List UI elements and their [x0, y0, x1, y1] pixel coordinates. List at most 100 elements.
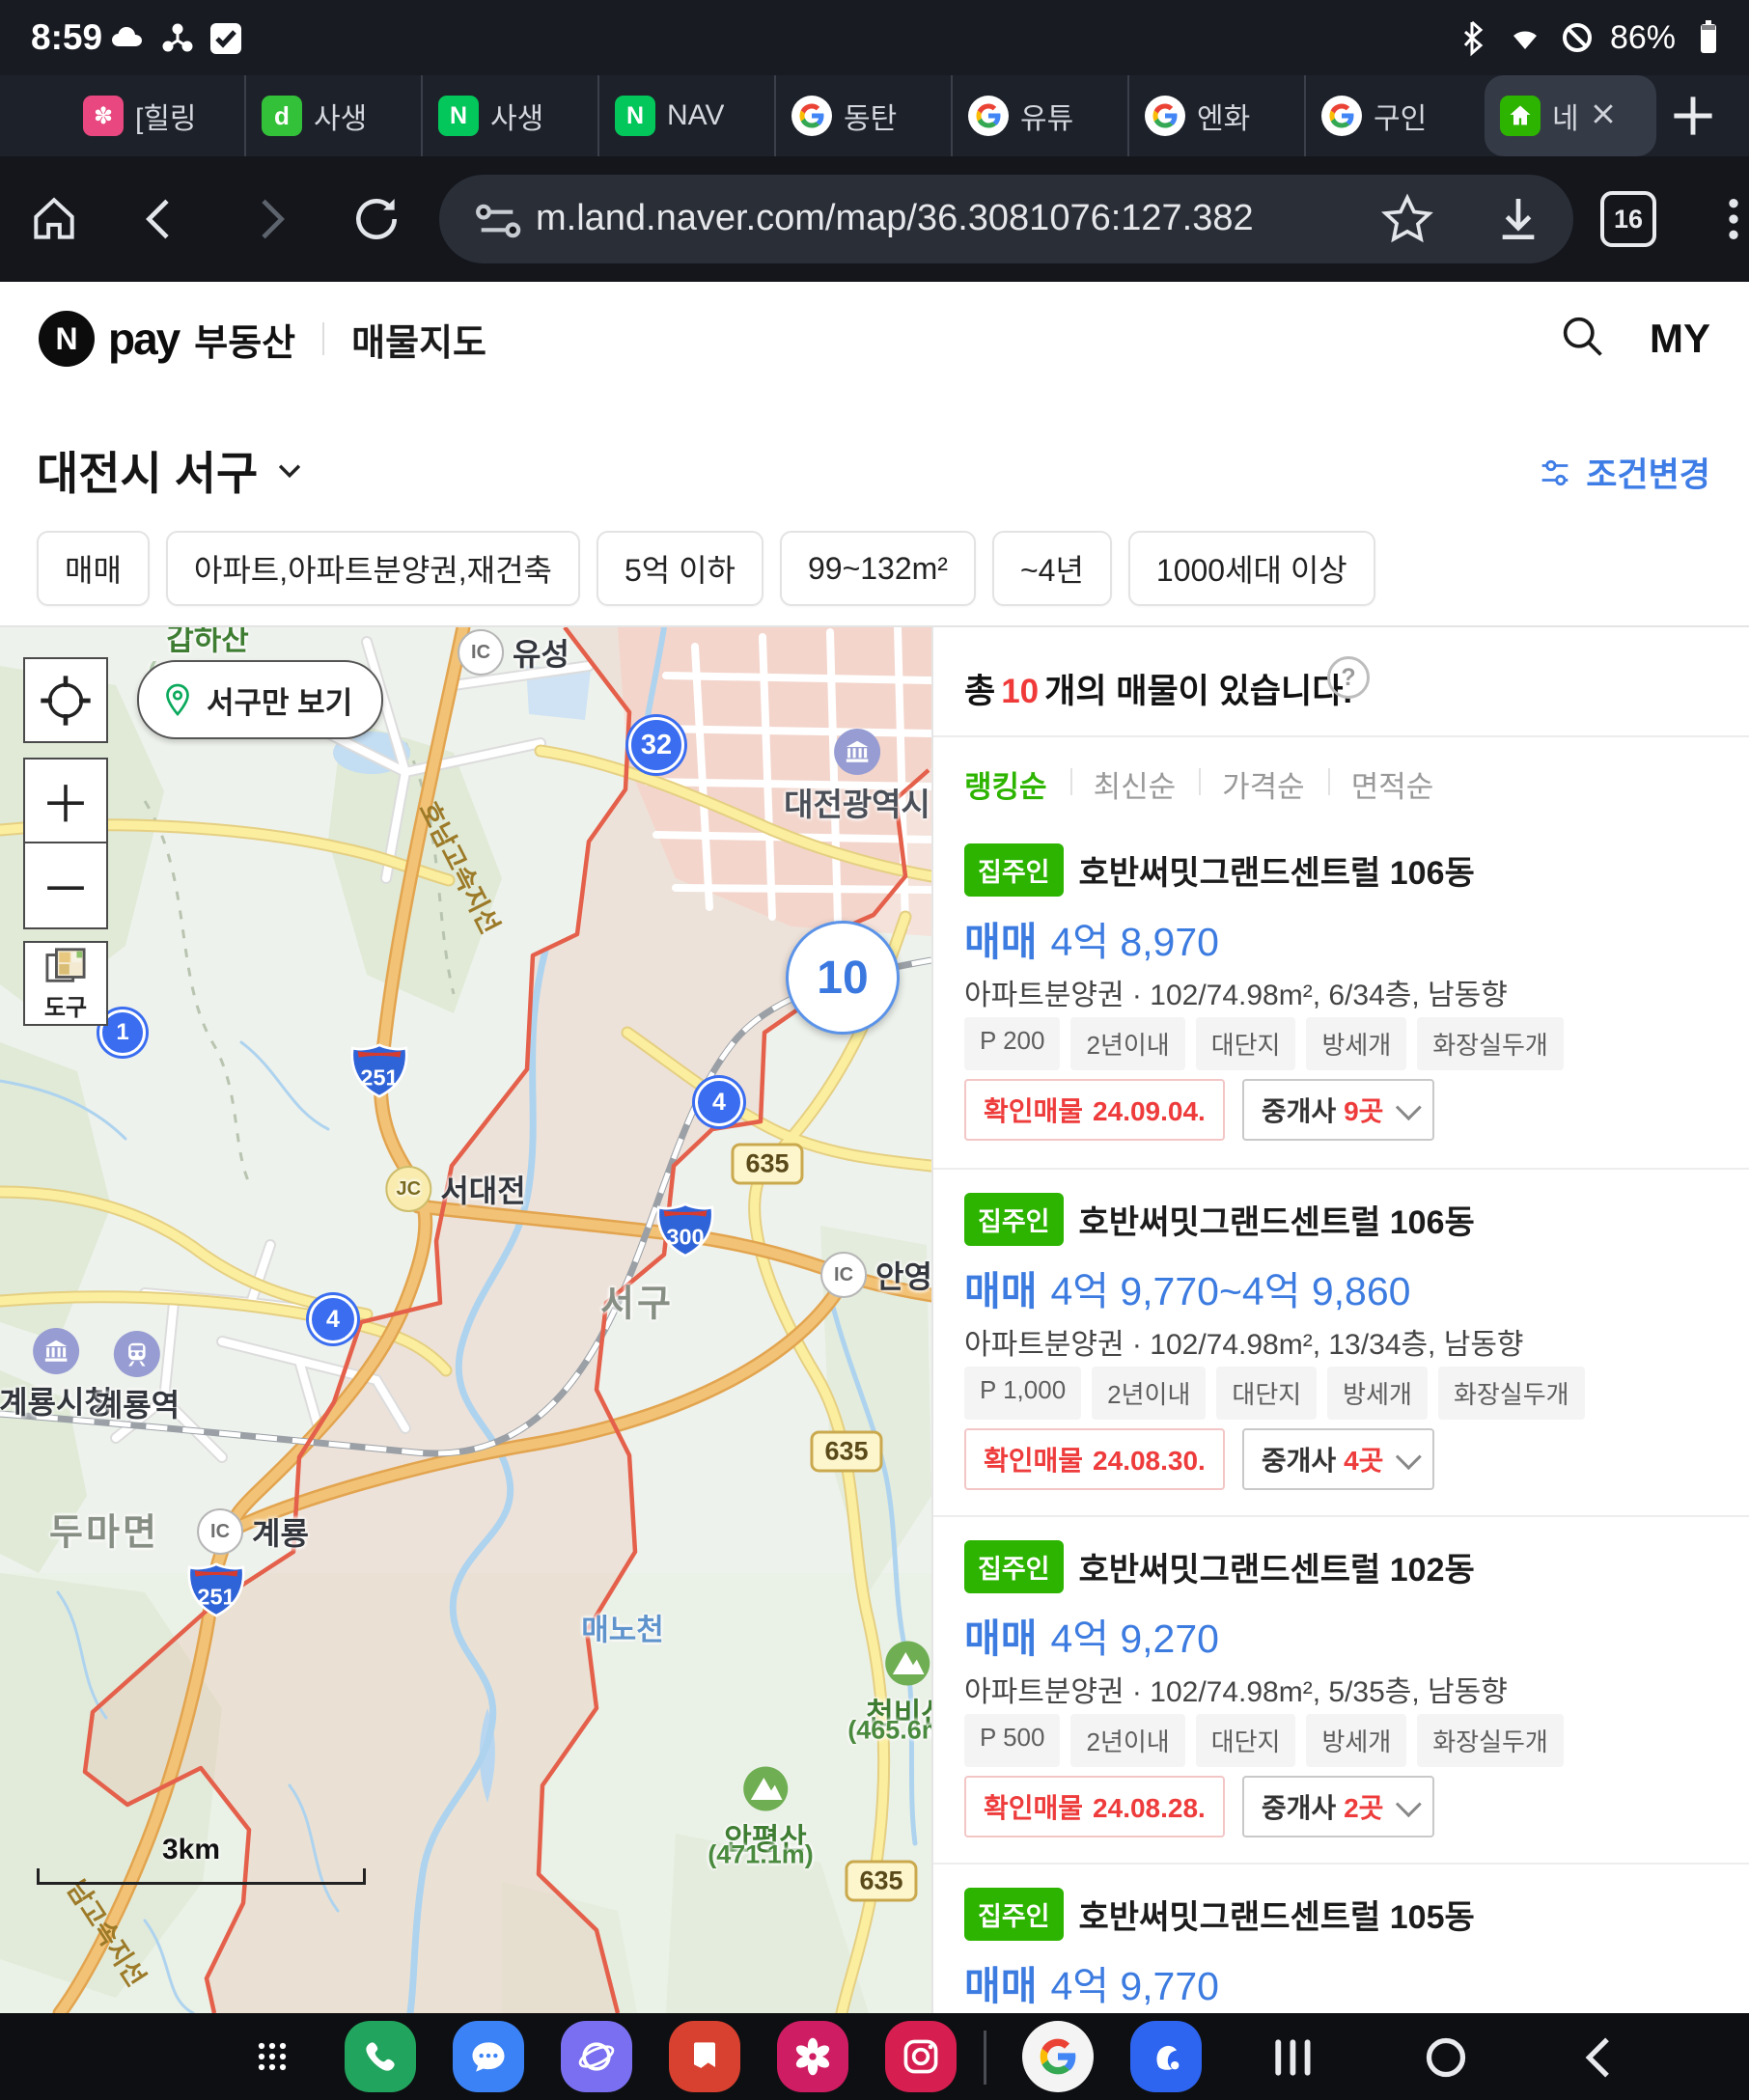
sort-option[interactable]: 최신순: [1070, 762, 1200, 806]
filter-chip[interactable]: 매매: [37, 531, 150, 606]
close-icon[interactable]: [1589, 99, 1618, 133]
google-favicon-icon: [1321, 96, 1362, 136]
chevron-down-icon: [1396, 1791, 1422, 1817]
listing-card[interactable]: 집주인호반써밋그랜드센트럴 105동매매4억 9,770: [933, 1863, 1749, 2013]
filter-sliders-icon: [1536, 454, 1574, 492]
current-location-button[interactable]: [23, 657, 108, 743]
download-icon[interactable]: [1491, 192, 1545, 246]
internet-app-icon[interactable]: [561, 2021, 632, 2092]
confirmed-listing-label: 확인매물24.08.28.: [964, 1776, 1225, 1838]
map-canvas: [0, 627, 931, 2013]
filter-chip[interactable]: 1000세대 이상: [1128, 531, 1375, 606]
browser-tab-active[interactable]: 네: [1485, 75, 1656, 156]
clock: 8:59: [31, 17, 102, 58]
tools-label: 도구: [44, 988, 87, 1022]
filter-chip[interactable]: 아파트,아파트분양권,재건축: [166, 531, 580, 606]
browser-tab[interactable]: 유튜: [951, 75, 1127, 156]
listing-price: 매매4억 9,770~4억 9,860: [964, 1258, 1410, 1316]
view-district-only-label: 서구만 보기: [207, 678, 352, 722]
zoom-out-button[interactable]: －: [25, 843, 106, 927]
nav-back-button[interactable]: [1573, 2031, 1627, 2085]
summary-text: 총10개의 매물이 있습니다.: [964, 664, 1352, 713]
sort-option[interactable]: 랭킹순: [964, 762, 1070, 806]
browser-tab[interactable]: 동탄: [774, 75, 951, 156]
listing-card[interactable]: 집주인호반써밋그랜드센트럴 106동매매4억 9,770~4억 9,860아파트…: [933, 1168, 1749, 1515]
map-tools-button[interactable]: 도구: [23, 941, 108, 1026]
sort-option[interactable]: 가격순: [1199, 762, 1328, 806]
app-notification-icon: [158, 19, 197, 58]
agent-label: 중개사: [1262, 1787, 1336, 1826]
agent-count-dropdown[interactable]: 중개사9곳: [1242, 1079, 1435, 1141]
naverapp-app-icon[interactable]: [1130, 2021, 1202, 2092]
google-app-icon[interactable]: [1022, 2021, 1094, 2092]
view-district-only-button[interactable]: 서구만 보기: [137, 660, 383, 739]
region-selector[interactable]: 대전시 서구: [37, 436, 306, 503]
listing-price: 매매4억 8,970: [964, 909, 1219, 967]
browser-tab[interactable]: ✽[힐링: [68, 75, 244, 156]
deal-type: 매매: [964, 1964, 1037, 2008]
agent-count: 9곳: [1344, 1091, 1383, 1129]
battery-icon: [1689, 18, 1728, 57]
listing-tag: 화장실두개: [1438, 1367, 1585, 1420]
flowerapp-app-icon[interactable]: [777, 2021, 848, 2092]
browser-tab[interactable]: N사생: [421, 75, 597, 156]
messages-app-icon[interactable]: [453, 2021, 524, 2092]
cloud-notification-icon: [108, 19, 147, 58]
browser-tab[interactable]: NNAV: [597, 75, 774, 156]
url-text[interactable]: m.land.naver.com/map/36.3081076:127.382: [536, 198, 1254, 239]
listing-card[interactable]: 집주인호반써밋그랜드센트럴 106동매매4억 8,970아파트분양권 · 102…: [933, 820, 1749, 1168]
apps-grid-app-icon[interactable]: [236, 2021, 308, 2092]
browser-tab[interactable]: d사생: [244, 75, 421, 156]
filter-chip[interactable]: ~4년: [992, 531, 1112, 606]
menu-kebab-icon[interactable]: [1707, 192, 1749, 246]
change-filter-button[interactable]: 조건변경: [1536, 448, 1710, 497]
tab-title: [힐링: [135, 95, 197, 137]
search-icon[interactable]: [1557, 311, 1607, 366]
new-tab-button[interactable]: [1666, 89, 1720, 143]
tab-title: NAV: [667, 99, 724, 132]
listing-tag: 방세개: [1327, 1367, 1428, 1420]
agent-count: 4곳: [1344, 1440, 1383, 1478]
listing-tag: 방세개: [1306, 1714, 1406, 1767]
cameraapp-app-icon[interactable]: [885, 2021, 957, 2092]
filter-chip[interactable]: 99~132m²: [780, 531, 976, 606]
zoom-in-button[interactable]: ＋: [25, 760, 106, 843]
sort-option[interactable]: 면적순: [1328, 762, 1458, 806]
card-footer: 확인매물24.09.04.중개사9곳: [964, 1079, 1434, 1141]
home-icon[interactable]: [27, 192, 81, 246]
help-icon[interactable]: ?: [1327, 656, 1370, 699]
listing-cluster-marker[interactable]: 10: [786, 921, 900, 1035]
map-scale: 3km: [37, 1834, 366, 1885]
nav-home-button[interactable]: [1419, 2031, 1473, 2085]
android-taskbar: [0, 2013, 1749, 2100]
agent-count-dropdown[interactable]: 중개사2곳: [1242, 1776, 1435, 1838]
nav-recents-button[interactable]: [1266, 2031, 1320, 2085]
header-divider: [322, 322, 324, 355]
road-badge: 32: [628, 717, 684, 773]
redapp-app-icon[interactable]: [669, 2021, 740, 2092]
listing-price: 매매4억 9,270: [964, 1606, 1219, 1664]
url-bar[interactable]: m.land.naver.com/map/36.3081076:127.382: [439, 175, 1573, 263]
phone-app-icon[interactable]: [345, 2021, 416, 2092]
listing-card[interactable]: 집주인호반써밋그랜드센트럴 102동매매4억 9,270아파트분양권 · 102…: [933, 1515, 1749, 1863]
reload-icon[interactable]: [349, 192, 403, 246]
browser-tab[interactable]: 엔화: [1127, 75, 1304, 156]
agent-count: 2곳: [1344, 1787, 1383, 1826]
browser-tab-strip: ✽[힐링d사생N사생NNAV동탄유튜엔화구인네: [0, 75, 1749, 156]
site-settings-icon[interactable]: [470, 194, 524, 248]
npay-realestate-logo[interactable]: N pay 부동산 매물지도: [39, 311, 486, 367]
map[interactable]: 갑하산(468.7m)IC유성대전광역시호남고속지선JC서대전IC안영서구계룡시…: [0, 627, 931, 2013]
browser-tab[interactable]: 구인: [1304, 75, 1481, 156]
my-menu[interactable]: MY: [1650, 316, 1710, 362]
agent-count-dropdown[interactable]: 중개사4곳: [1242, 1428, 1435, 1490]
tab-switcher-button[interactable]: 16: [1600, 191, 1656, 247]
pin-icon: [160, 682, 195, 717]
back-icon[interactable]: [133, 192, 187, 246]
deal-type: 매매: [964, 920, 1037, 964]
filter-chip[interactable]: 5억 이하: [597, 531, 763, 606]
listing-info: 아파트분양권 · 102/74.98m², 5/35층, 남동향: [964, 1668, 1508, 1710]
tab-title: 사생: [314, 95, 367, 137]
owner-badge: 집주인: [964, 1540, 1064, 1593]
scale-label: 3km: [162, 1834, 366, 1866]
bookmark-star-icon[interactable]: [1380, 192, 1434, 246]
